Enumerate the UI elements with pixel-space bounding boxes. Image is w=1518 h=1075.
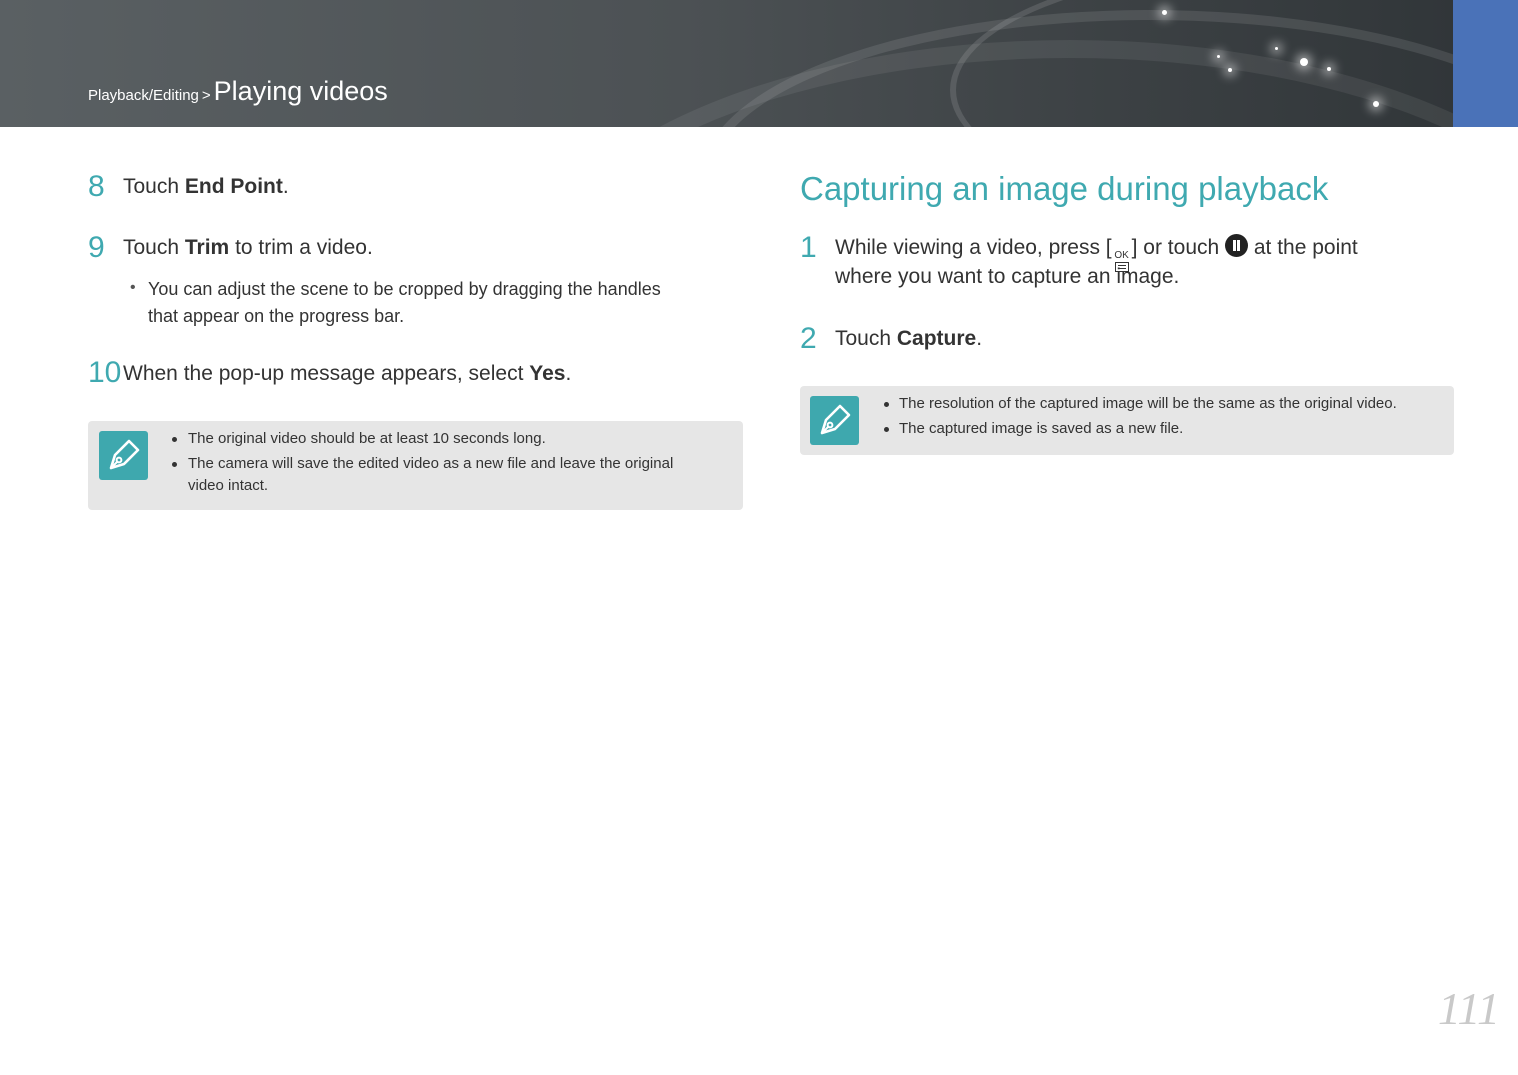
note-line-1: The original video should be at least 10… (188, 430, 546, 447)
step-text-suffix: to trim a video. (229, 236, 373, 259)
step-text-part-c: at the point (1248, 236, 1358, 259)
step-text-part-a: While viewing a video, press [ (835, 236, 1112, 259)
pause-icon (1225, 234, 1249, 257)
light-spark (1228, 68, 1232, 72)
step-text-prefix: Touch (123, 175, 185, 198)
page-number: 111 (1437, 983, 1500, 1034)
bullet-dot: • (130, 279, 136, 296)
step-number: 2 (800, 322, 817, 355)
note-line-1: The resolution of the captured image wil… (899, 395, 1397, 412)
step-text-prefix: When the pop-up message appears, select (123, 362, 530, 385)
light-spark (1275, 47, 1278, 50)
light-spark (1217, 55, 1220, 58)
step-text-prefix: Touch (123, 236, 185, 259)
step-text-part-b: ] or touch (1131, 236, 1226, 259)
bullet-dot (172, 462, 177, 467)
step-9-bullet-line-2: that appear on the progress bar. (148, 306, 405, 326)
breadcrumb-current: Playing videos (213, 76, 388, 106)
light-spark (1327, 67, 1331, 71)
step-text-prefix: Touch (835, 327, 897, 350)
step-bold-term: Yes (529, 362, 566, 385)
pen-nib-icon (99, 431, 148, 480)
chapter-tab[interactable] (1453, 0, 1518, 127)
step-bold-term: End Point (184, 175, 283, 198)
step-9-bullet-line-1: You can adjust the scene to be cropped b… (148, 279, 661, 299)
step-text-suffix: . (282, 175, 289, 198)
step-9-text: Touch Trim to trim a video. (123, 233, 373, 263)
step-1-text-line-2: where you want to capture an image. (835, 265, 1180, 288)
step-10-text: When the pop-up message appears, select … (123, 359, 571, 389)
breadcrumb-parent[interactable]: Playback/Editing (88, 87, 199, 104)
light-spark (1373, 101, 1379, 107)
light-spark (1300, 58, 1308, 66)
note-box: The resolution of the captured image wil… (800, 386, 1454, 455)
step-text-suffix: . (976, 327, 983, 350)
note-line-3: video intact. (188, 477, 269, 494)
light-spark (1162, 10, 1167, 15)
bullet-dot (172, 437, 177, 442)
breadcrumb-separator: > (201, 87, 211, 104)
section-title: Capturing an image during playback (800, 170, 1329, 207)
note-line-2: The captured image is saved as a new fil… (899, 420, 1184, 437)
note-box: The original video should be at least 10… (88, 421, 743, 510)
header-banner: Playback/Editing > Playing videos (0, 0, 1518, 127)
decorative-arc (950, 0, 1518, 127)
step-number: 10 (88, 356, 122, 389)
step-text-suffix: . (565, 362, 572, 385)
step-number: 8 (88, 170, 105, 203)
step-bold-term: Trim (184, 236, 230, 259)
note-line-2: The camera will save the edited video as… (188, 455, 674, 472)
step-number: 1 (800, 231, 817, 264)
bullet-dot (884, 402, 889, 407)
pen-nib-icon (810, 396, 859, 445)
ok-label: OK (1114, 250, 1129, 261)
bullet-dot (884, 427, 889, 432)
step-8-text: Touch End Point. (123, 172, 289, 202)
step-number: 9 (88, 231, 105, 264)
step-2-text: Touch Capture. (835, 324, 982, 354)
step-bold-term: Capture (896, 327, 977, 350)
breadcrumb: Playback/Editing > Playing videos (88, 76, 388, 107)
